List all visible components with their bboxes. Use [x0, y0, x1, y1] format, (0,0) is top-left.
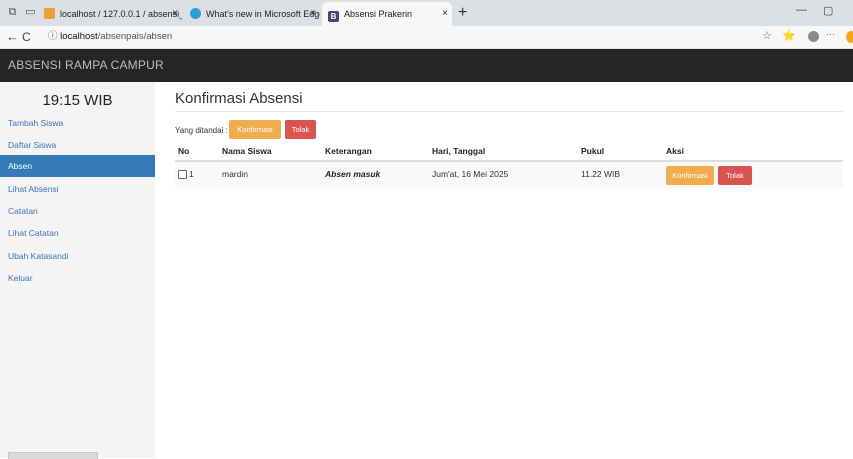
row-keterangan: Absen masuk	[325, 169, 381, 179]
sidebar-item-tambah-siswa[interactable]: Tambah Siswa	[0, 112, 155, 134]
sidebar-item-lihat-absensi[interactable]: Lihat Absensi	[0, 178, 155, 200]
site-info-icon[interactable]: ⓘ	[48, 31, 58, 42]
close-tab-icon[interactable]: ×	[172, 2, 178, 26]
bulk-confirm-button[interactable]: Konfirmasi	[229, 120, 281, 139]
column-header-keterangan: Keterangan	[325, 146, 372, 156]
row-no: 1	[189, 169, 194, 179]
maximize-button[interactable]: ▢	[823, 4, 833, 17]
sidebar: 19:15 WIB Tambah Siswa Daftar Siswa Abse…	[0, 82, 155, 458]
close-tab-icon[interactable]: ×	[442, 2, 448, 26]
row-hari-tanggal: Jum'at, 16 Mei 2025	[432, 169, 509, 179]
row-confirm-button[interactable]: Konfirmasi	[666, 166, 714, 185]
sidebar-item-lihat-catatan[interactable]: Lihat Catatan	[0, 222, 155, 244]
tab-title: What's new in Microsoft Edge	[206, 9, 320, 19]
column-header-hari-tanggal: Hari, Tanggal	[432, 146, 486, 156]
row-reject-button[interactable]: Tolak	[718, 166, 752, 185]
column-header-nama-siswa: Nama Siswa	[222, 146, 272, 156]
url-field[interactable]: ⓘ localhost/absenpais/absen	[48, 29, 172, 45]
page-title: Konfirmasi Absensi	[175, 90, 303, 107]
app-brand[interactable]: ABSENSI RAMPA CAMPUR	[8, 58, 164, 72]
back-button[interactable]: ←	[6, 28, 19, 46]
more-menu-icon[interactable]: ···	[826, 29, 835, 39]
sidebar-item-catatan[interactable]: Catatan	[0, 200, 155, 222]
column-header-aksi: Aksi	[666, 146, 684, 156]
url-path: /absenpais/absen	[97, 31, 173, 42]
browser-tab-strip: ⧉ ▭ localhost / 127.0.0.1 / absensi_ra ×…	[0, 0, 853, 26]
title-divider	[175, 111, 843, 112]
sidebar-item-ubah-katasandi[interactable]: Ubah Katasandi	[0, 245, 155, 267]
tab-edge-whats-new[interactable]: What's new in Microsoft Edge ×	[190, 2, 320, 26]
sidebar-item-keluar[interactable]: Keluar	[0, 267, 155, 289]
app-navbar: ABSENSI RAMPA CAMPUR	[0, 49, 853, 82]
tab-title: Absensi Prakerin	[344, 9, 413, 19]
row-select-checkbox[interactable]	[178, 170, 187, 179]
collections-icon[interactable]: ⭐	[782, 29, 796, 42]
sidebar-item-daftar-siswa[interactable]: Daftar Siswa	[0, 134, 155, 156]
clock-display: 19:15 WIB	[42, 92, 113, 109]
tab-phpmyadmin[interactable]: localhost / 127.0.0.1 / absensi_ra ×	[44, 2, 182, 26]
sidebar-item-absen[interactable]: Absen	[0, 155, 155, 177]
close-tab-icon[interactable]: ×	[310, 2, 316, 26]
profile-avatar[interactable]	[808, 31, 819, 42]
favorite-star-icon[interactable]: ☆	[762, 29, 772, 42]
tab-title: localhost / 127.0.0.1 / absensi_ra	[60, 9, 182, 19]
new-tab-button[interactable]: +	[458, 3, 467, 23]
edge-copilot-icon[interactable]	[846, 31, 853, 43]
minimize-button[interactable]: —	[796, 4, 807, 16]
tab-absensi-prakerin[interactable]: B Absensi Prakerin ×	[322, 2, 452, 26]
row-pukul: 11.22 WIB	[581, 169, 621, 179]
url-host: localhost	[60, 31, 98, 42]
bootstrap-favicon-icon: B	[328, 11, 339, 22]
tab-actions-icon[interactable]: ▭	[24, 6, 37, 19]
bulk-reject-button[interactable]: Tolak	[285, 120, 316, 139]
edge-favicon-icon	[190, 8, 201, 19]
address-bar-row: ← C ⓘ localhost/absenpais/absen ☆ ⭐ ···	[0, 26, 853, 49]
workspaces-icon[interactable]: ⧉	[6, 6, 19, 19]
phpmyadmin-favicon-icon	[44, 8, 55, 19]
refresh-button[interactable]: C	[22, 28, 31, 46]
marked-label: Yang ditandai :	[175, 126, 228, 135]
column-header-no: No	[178, 146, 190, 156]
column-header-pukul: Pukul	[581, 146, 605, 156]
row-nama-siswa: mardin	[222, 169, 248, 179]
